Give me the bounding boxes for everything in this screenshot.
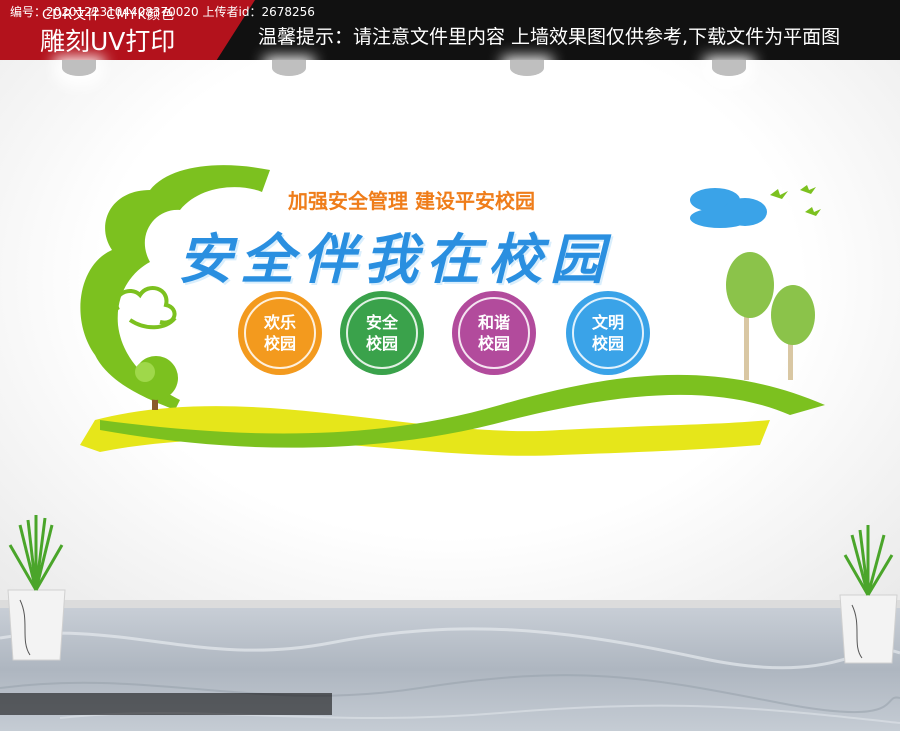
badge-line-2: 校园 <box>477 334 510 353</box>
badge-safe-campus: 安全 校园 <box>340 291 424 375</box>
blue-cloud-icon <box>690 188 767 228</box>
badge-line-1: 欢乐 <box>263 313 296 332</box>
board-graphics <box>7 165 898 664</box>
badge-line-2: 校园 <box>263 334 296 353</box>
footer-info-text: 编号：20201223104408370020 上传者id：2678256 <box>10 5 315 19</box>
footer-info-bar <box>0 693 332 715</box>
potted-plant-left-icon <box>7 515 66 661</box>
badge-line-2: 校园 <box>591 334 624 353</box>
badge-line-1: 安全 <box>365 313 398 332</box>
badge-harmony-campus: 和谐 校园 <box>452 291 536 375</box>
potted-plant-right-icon <box>839 525 898 664</box>
badge-line-1: 文明 <box>591 313 624 332</box>
badge-line-1: 和谐 <box>477 313 510 332</box>
badge-line-2: 校园 <box>365 334 398 353</box>
badge-civilized-campus: 文明 校园 <box>566 291 650 375</box>
badge-happy-campus: 欢乐 校园 <box>238 291 322 375</box>
slogan-text: 加强安全管理 建设平安校园 <box>288 189 535 213</box>
board-title: 安全伴我在校园 <box>178 228 612 291</box>
birds-icon <box>770 185 821 216</box>
auspicious-cloud-icon <box>114 285 177 330</box>
tall-tree-icon <box>726 252 815 380</box>
